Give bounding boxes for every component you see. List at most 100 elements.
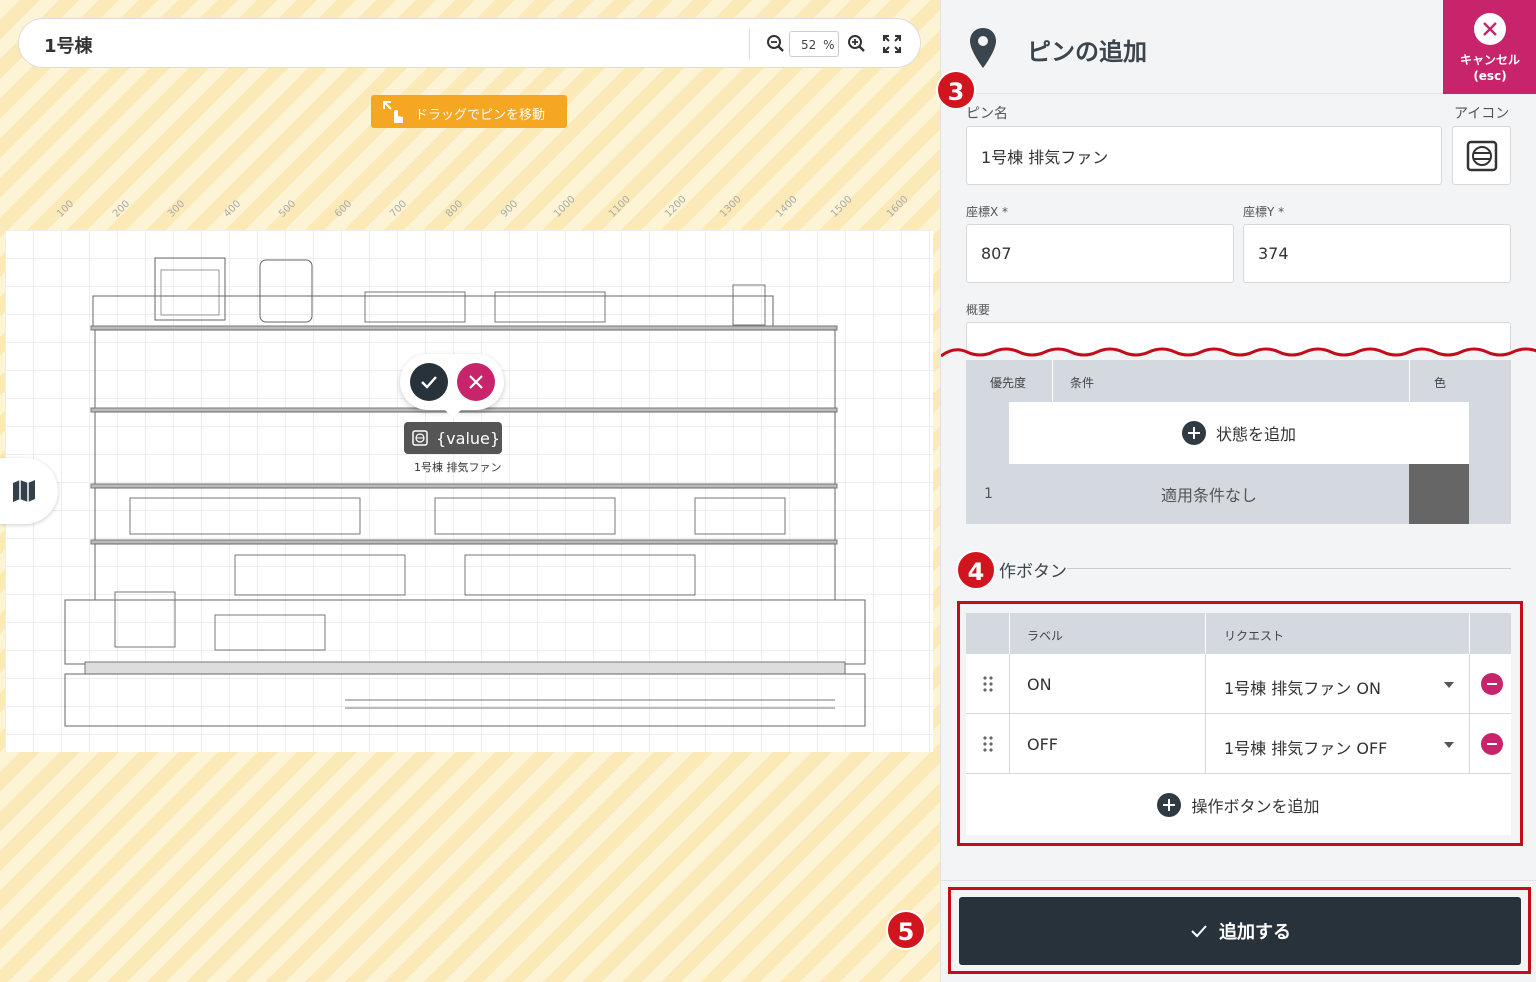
- coord-y-input[interactable]: 374: [1243, 224, 1511, 283]
- ruler-tick: 600: [333, 198, 355, 220]
- step-callout-5: 5: [886, 910, 926, 950]
- ruler-tick: 200: [111, 198, 133, 220]
- add-pin-panel: ピンの追加 キャンセル (esc) ピン名 アイコン 1号棟 排気ファン 座標X…: [940, 0, 1536, 982]
- fan-icon: [412, 430, 428, 446]
- request-header: リクエスト: [1224, 629, 1285, 643]
- ruler-tick: 1600: [885, 194, 911, 220]
- operation-buttons-section-title: 作ボタン: [999, 562, 1067, 582]
- operation-button-table: ラベル リクエスト ON 1号棟 排気ファン ON OFF 1号棟 排気ファン …: [966, 613, 1511, 835]
- panel-header: ピンの追加 キャンセル (esc): [941, 0, 1536, 94]
- map-pin-icon: [970, 28, 996, 68]
- zoom-value: 52: [801, 38, 817, 52]
- state-color-swatch[interactable]: [1409, 464, 1469, 524]
- op-row: OFF 1号棟 排気ファン OFF: [966, 714, 1511, 774]
- close-icon: [1474, 13, 1506, 45]
- submit-label: 追加する: [1219, 922, 1291, 943]
- zoom-unit: %: [823, 38, 835, 52]
- zoom-in-icon[interactable]: [844, 31, 870, 57]
- pin-name-label: ピン名: [966, 106, 1008, 122]
- fullscreen-icon[interactable]: [879, 31, 905, 57]
- zoom-out-icon[interactable]: [763, 31, 789, 57]
- divider: [1205, 714, 1206, 774]
- coord-x-label: 座標X *: [966, 205, 1009, 219]
- pin-value-text: {value}: [436, 429, 501, 448]
- fan-icon: [1466, 140, 1498, 172]
- divider: [1009, 714, 1010, 774]
- drag-handle-icon[interactable]: [983, 676, 993, 692]
- check-icon: [1191, 925, 1207, 938]
- discard-pin-button[interactable]: [457, 363, 495, 401]
- add-submit-button[interactable]: 追加する: [959, 897, 1521, 965]
- plus-circle-icon: [1157, 792, 1182, 817]
- ruler-tick: 800: [444, 198, 466, 220]
- icon-picker-button[interactable]: [1452, 126, 1511, 185]
- chevron-down-icon[interactable]: [1444, 682, 1454, 688]
- op-label-input[interactable]: ON: [1027, 675, 1052, 694]
- remove-op-button[interactable]: [1481, 733, 1503, 755]
- coord-x-input[interactable]: 807: [966, 224, 1234, 283]
- chevron-down-icon[interactable]: [1444, 742, 1454, 748]
- op-request-select[interactable]: 1号棟 排気ファン ON: [1224, 675, 1381, 699]
- divider: [1205, 654, 1206, 714]
- state-table-header: [966, 360, 1511, 402]
- ruler-tick: 500: [277, 198, 299, 220]
- remove-op-button[interactable]: [1481, 673, 1503, 695]
- divider: [1067, 568, 1511, 569]
- drag-hint-text: ドラッグでピンを移動: [415, 108, 546, 123]
- ruler-tick: 400: [222, 198, 244, 220]
- drag-hand-icon: [383, 101, 403, 123]
- priority-header: 優先度: [990, 376, 1027, 390]
- divider: [1409, 360, 1410, 402]
- pin-caption: 1号棟 排気ファン: [414, 461, 502, 474]
- divider: [1469, 714, 1470, 774]
- drag-hint-badge: ドラッグでピンを移動: [371, 95, 567, 128]
- ruler-tick: 300: [166, 198, 188, 220]
- check-icon: [421, 376, 437, 389]
- panel-title: ピンの追加: [1027, 38, 1147, 66]
- ruler-tick: 1100: [607, 194, 633, 220]
- state-condition: 適用条件なし: [1160, 486, 1257, 505]
- add-state-label: 状態を追加: [1215, 425, 1296, 444]
- ruler-tick: 1500: [829, 194, 855, 220]
- icon-label: アイコン: [1454, 106, 1510, 122]
- condition-header: 条件: [1070, 376, 1095, 390]
- ruler-tick: 100: [55, 198, 77, 220]
- building-cross-section-image: [64, 257, 866, 727]
- op-request-select[interactable]: 1号棟 排気ファン OFF: [1224, 735, 1387, 759]
- ruler-tick: 900: [499, 198, 521, 220]
- confirm-pin-button[interactable]: [410, 363, 448, 401]
- panel-footer: 追加する: [941, 880, 1536, 982]
- ruler-tick: 1200: [663, 194, 689, 220]
- map-area[interactable]: 1号棟 52 % ドラッグでピンを移動 100 200 300 400 500 …: [0, 0, 940, 982]
- drag-handle-icon[interactable]: [983, 736, 993, 752]
- divider: [1205, 613, 1206, 654]
- ruler-tick: 1000: [552, 194, 578, 220]
- label-header: ラベル: [1027, 629, 1064, 643]
- divider: [1009, 613, 1010, 654]
- map-toolbar: 1号棟 52 %: [18, 18, 921, 68]
- pin-name-input[interactable]: 1号棟 排気ファン: [966, 126, 1442, 185]
- cancel-button[interactable]: キャンセル (esc): [1443, 0, 1536, 94]
- color-header: 色: [1434, 376, 1447, 390]
- toolbar-divider: [749, 29, 750, 59]
- state-table: 優先度 条件 色 状態を追加 1 適用条件なし: [966, 360, 1511, 524]
- divider: [1469, 613, 1470, 654]
- floor-plan-canvas[interactable]: [5, 230, 933, 752]
- pin-marker[interactable]: {value}: [404, 422, 502, 454]
- step-callout-3: 3: [936, 70, 976, 110]
- op-row: ON 1号棟 排気ファン ON: [966, 654, 1511, 714]
- ruler-tick: 1300: [718, 194, 744, 220]
- op-label-input[interactable]: OFF: [1027, 735, 1058, 754]
- ruler-tick: 700: [388, 198, 410, 220]
- pin-action-popover: [400, 354, 504, 418]
- plus-circle-icon: [1181, 421, 1206, 445]
- divider: [1009, 654, 1010, 714]
- state-priority: 1: [984, 486, 993, 502]
- coord-y-label: 座標Y *: [1243, 205, 1285, 219]
- color-column: [1469, 402, 1511, 464]
- add-operation-button[interactable]: 操作ボタンを追加: [966, 774, 1511, 835]
- zoom-level-field[interactable]: 52 %: [789, 31, 839, 57]
- divider: [1469, 654, 1470, 714]
- add-state-button[interactable]: 状態を追加: [1009, 402, 1469, 464]
- building-title: 1号棟: [44, 36, 93, 57]
